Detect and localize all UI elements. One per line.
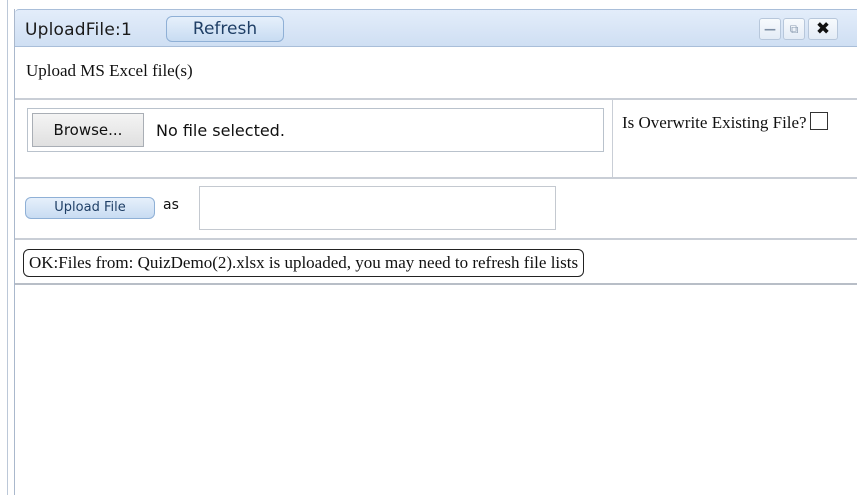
file-select-row: Browse... No file selected. Is Overwrite…	[15, 100, 857, 179]
popout-icon[interactable]: ⧉	[783, 18, 805, 40]
panel-title: UploadFile:1	[25, 20, 132, 40]
left-rail	[7, 0, 8, 495]
minimize-icon[interactable]: —	[759, 18, 781, 40]
file-input[interactable]: Browse... No file selected.	[27, 108, 604, 152]
browse-button[interactable]: Browse...	[32, 113, 144, 147]
overwrite-label: Is Overwrite Existing File?	[622, 113, 807, 132]
close-icon[interactable]: ✖	[808, 18, 838, 40]
upload-row: Upload File as	[15, 179, 857, 240]
file-status-text: No file selected.	[156, 121, 285, 140]
upload-file-button[interactable]: Upload File	[25, 197, 155, 219]
heading-row: Upload MS Excel file(s)	[15, 47, 857, 100]
status-message: OK:Files from: QuizDemo(2).xlsx is uploa…	[23, 249, 585, 277]
upload-file-panel: UploadFile:1 Refresh — ⧉ ✖ Upload MS Exc…	[14, 9, 857, 495]
overwrite-checkbox[interactable]	[809, 112, 828, 130]
upload-heading: Upload MS Excel file(s)	[26, 61, 193, 80]
as-label: as	[163, 197, 179, 213]
status-row: OK:Files from: QuizDemo(2).xlsx is uploa…	[15, 240, 857, 285]
save-as-input[interactable]	[199, 186, 556, 230]
column-divider	[612, 100, 613, 177]
panel-titlebar: UploadFile:1 Refresh — ⧉ ✖	[15, 9, 857, 47]
overwrite-option: Is Overwrite Existing File?	[622, 110, 842, 135]
refresh-button[interactable]: Refresh	[166, 16, 284, 42]
